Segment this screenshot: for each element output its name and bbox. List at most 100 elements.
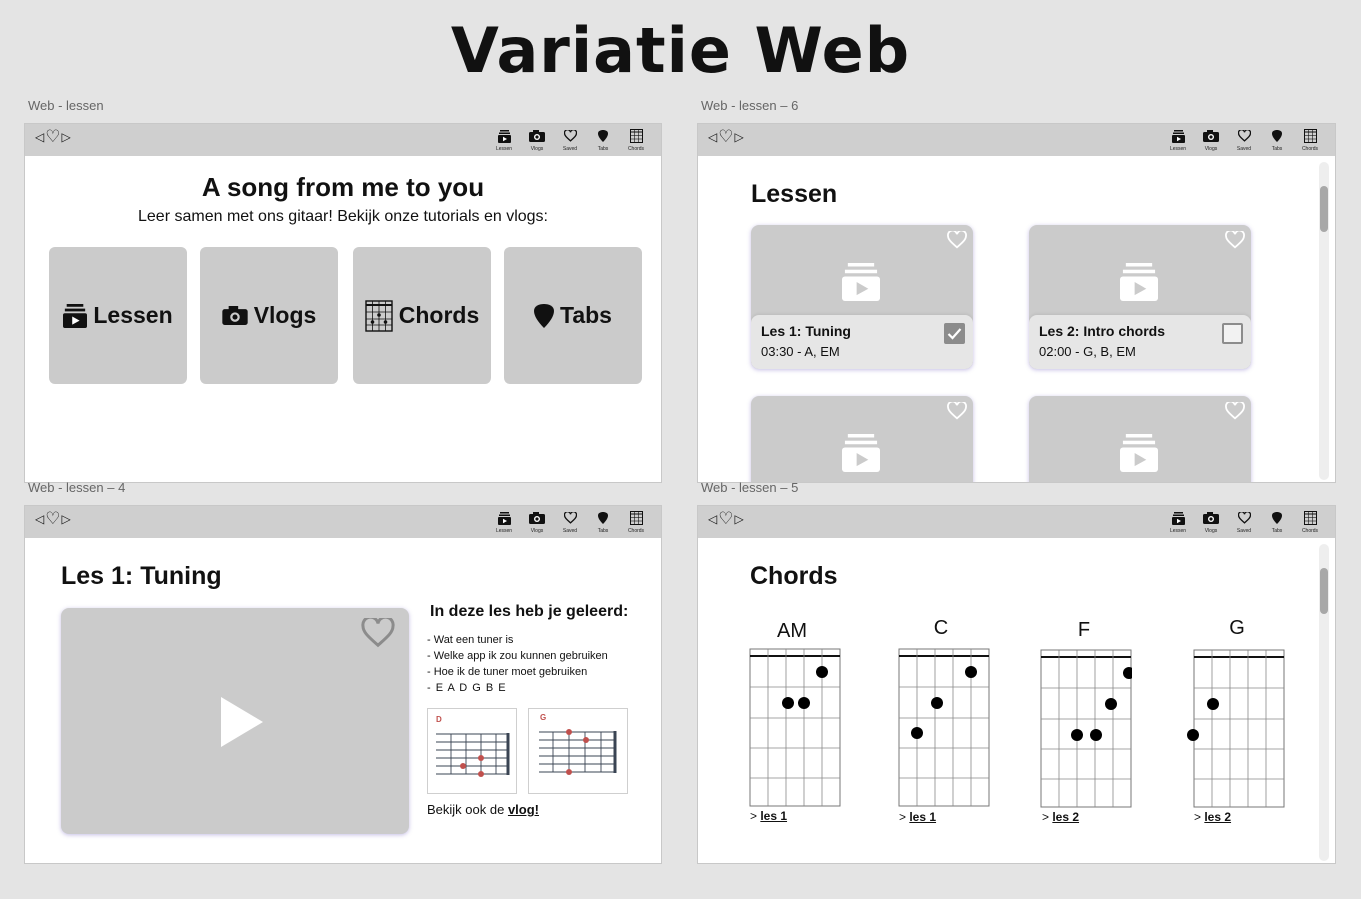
chord-diagram-g[interactable] [1186, 649, 1286, 809]
lesson-link[interactable]: les 2 [1052, 810, 1079, 824]
tile-tabs[interactable]: Tabs [504, 247, 642, 384]
chord-lesson-link[interactable]: > les 2 [1194, 810, 1231, 824]
logo[interactable]: ◁ ♡ ▷ [35, 509, 71, 528]
scrollbar[interactable] [1319, 162, 1329, 480]
lesson-thumbnail [751, 225, 973, 315]
logo[interactable]: ◁ ♡ ▷ [35, 128, 71, 145]
nav-label: Tabs [1271, 528, 1283, 534]
nav-chords[interactable]: Chords [1299, 510, 1321, 534]
chord-diagram-c[interactable] [898, 648, 990, 808]
nav-tabs[interactable]: Tabs [592, 128, 614, 152]
lesson-name: Les 1: Tuning [761, 323, 851, 339]
pick-right-icon: ▷ [734, 512, 744, 526]
tile-label: Tabs [560, 302, 612, 328]
heart-logo-icon: ♡ [45, 509, 61, 528]
pick-icon [1272, 128, 1282, 144]
top-bar: ◁ ♡ ▷ Lessen Vlogs Saved Tabs Chords [698, 506, 1335, 538]
tile-vlogs[interactable]: Vlogs [200, 247, 338, 384]
chord-name: AM [777, 620, 807, 642]
logo[interactable]: ◁ ♡ ▷ [708, 127, 744, 146]
nav-lessen[interactable]: Lessen [1167, 510, 1189, 534]
nav-saved[interactable]: Saved [1233, 128, 1255, 152]
heart-icon[interactable] [947, 229, 967, 254]
chord-grid-icon [629, 128, 643, 144]
frame-label: Web - lessen – 5 [701, 480, 799, 495]
nav-chords[interactable]: Chords [625, 510, 647, 534]
tile-label: Chords [398, 302, 480, 328]
heart-icon [1237, 128, 1251, 144]
lesson-thumbnail [751, 396, 973, 482]
lesson-card[interactable] [1029, 396, 1251, 482]
chord-image-g[interactable]: G [528, 708, 628, 794]
heart-icon[interactable] [1225, 229, 1245, 254]
lesson-card[interactable] [751, 396, 973, 482]
nav-vlogs[interactable]: Vlogs [1200, 128, 1222, 152]
nav-vlogs[interactable]: Vlogs [526, 510, 548, 534]
chord-grid-icon [365, 299, 393, 332]
nav-vlogs[interactable]: Vlogs [1200, 510, 1222, 534]
play-icon[interactable] [221, 697, 263, 752]
nav-lessen[interactable]: Lessen [493, 128, 515, 152]
chord-diagram-am[interactable] [749, 648, 841, 808]
heart-icon[interactable] [1225, 400, 1245, 425]
lessons-icon [1171, 510, 1185, 526]
scrollbar[interactable] [1319, 544, 1329, 861]
learned-item: - E A D G B E [427, 682, 507, 694]
nav-tabs[interactable]: Tabs [1266, 128, 1288, 152]
nav-label: Chords [627, 146, 645, 152]
heart-icon[interactable] [361, 615, 395, 653]
chord-lesson-link[interactable]: > les 2 [1042, 810, 1079, 824]
scrollbar-thumb[interactable] [1320, 568, 1328, 614]
camera-icon [529, 128, 545, 144]
chord-name: G [1229, 617, 1245, 639]
nav-lessen[interactable]: Lessen [493, 510, 515, 534]
nav-tabs[interactable]: Tabs [1266, 510, 1288, 534]
nav-saved[interactable]: Saved [559, 128, 581, 152]
lesson-meta: 02:00 - G, B, EM [1039, 344, 1136, 359]
nav-lessen[interactable]: Lessen [1167, 128, 1189, 152]
nav-chords[interactable]: Chords [1299, 128, 1321, 152]
camera-icon [529, 510, 545, 526]
lesson-card[interactable]: Les 1: Tuning 03:30 - A, EM [751, 225, 973, 369]
nav-label: Chords [1301, 146, 1319, 152]
chord-lesson-link[interactable]: > les 1 [899, 810, 936, 824]
nav-label: Vlogs [530, 528, 544, 534]
tile-chords[interactable]: Chords [353, 247, 491, 384]
camera-icon [1203, 128, 1219, 144]
video-player[interactable] [61, 608, 409, 834]
lesson-link[interactable]: les 1 [760, 809, 787, 823]
top-bar: ◁ ♡ ▷ Lessen Vlogs Saved Tabs Chords [25, 506, 661, 538]
chord-image-d[interactable]: D [427, 708, 517, 794]
nav-tabs[interactable]: Tabs [592, 510, 614, 534]
done-checkbox[interactable] [1222, 323, 1243, 344]
scrollbar-thumb[interactable] [1320, 186, 1328, 232]
pick-left-icon: ◁ [708, 512, 718, 526]
frame-lessons: ◁ ♡ ▷ Lessen Vlogs Saved Tabs Chords Les… [697, 123, 1336, 483]
nav-label: Lessen [495, 528, 513, 534]
lesson-link[interactable]: les 1 [909, 810, 936, 824]
nav-saved[interactable]: Saved [559, 510, 581, 534]
lessons-icon [497, 510, 511, 526]
logo[interactable]: ◁ ♡ ▷ [708, 510, 744, 527]
lesson-link[interactable]: les 2 [1204, 810, 1231, 824]
tile-lessen[interactable]: Lessen [49, 247, 187, 384]
chord-lesson-link[interactable]: > les 1 [750, 809, 787, 823]
nav-label: Tabs [597, 146, 609, 152]
vlog-link[interactable]: vlog! [508, 802, 539, 817]
lesson-title: Les 1: Tuning [61, 562, 222, 590]
nav-label: Lessen [1169, 528, 1187, 534]
chord-diagram-f[interactable] [1040, 649, 1132, 809]
nav-vlogs[interactable]: Vlogs [526, 128, 548, 152]
video-icon [842, 263, 880, 306]
heart-icon[interactable] [947, 400, 967, 425]
nav-bar: Lessen Vlogs Saved Tabs Chords [493, 128, 647, 152]
heart-icon [563, 510, 577, 526]
section-title: Chords [750, 562, 838, 590]
lesson-card[interactable]: Les 2: Intro chords 02:00 - G, B, EM [1029, 225, 1251, 369]
top-bar: ◁ ♡ ▷ Lessen Vlogs Saved Tabs Chords [25, 124, 661, 156]
nav-chords[interactable]: Chords [625, 128, 647, 152]
nav-saved[interactable]: Saved [1233, 510, 1255, 534]
lesson-meta: 03:30 - A, EM [761, 344, 840, 359]
done-checkbox[interactable] [944, 323, 965, 344]
heart-logo-icon: ♡ [718, 127, 734, 146]
